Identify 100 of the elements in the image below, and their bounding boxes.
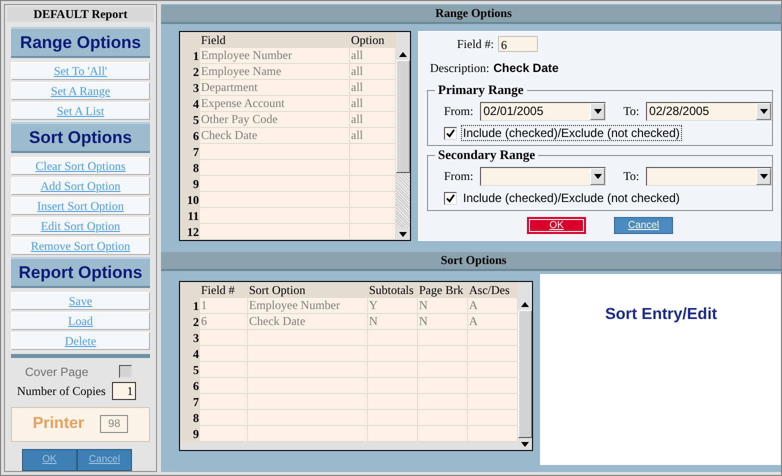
table-cell: Department [200,80,350,96]
column-header: Subtotals [368,282,418,298]
from-dropdown[interactable] [480,166,606,186]
section-header: Sort Options [161,252,781,271]
menu-link-button[interactable]: Set To 'All' [11,62,150,80]
from-label: From: [444,168,474,184]
table-cell: Y [368,298,418,314]
table-cell: all [350,112,396,128]
table-cell [368,362,418,378]
table-cell [368,346,418,362]
ok-button[interactable]: OK [527,217,586,234]
row-number: 1 [180,48,200,64]
menu-link-button[interactable]: Insert Sort Option [11,197,150,215]
menu-link-button[interactable]: Remove Sort Option [11,237,150,255]
include-checkbox[interactable] [444,126,457,140]
to-dropdown[interactable] [646,166,772,186]
table-cell [200,410,248,426]
table-cell: 1 [200,298,248,314]
table-cell [468,346,518,362]
printer-field[interactable]: 98 [100,415,128,434]
menu-link-button[interactable]: Set A List [11,102,150,120]
table-cell: Other Pay Code [200,112,350,128]
table-cell: A [468,314,518,330]
column-header: Field # [200,282,248,298]
to-label: To: [623,168,640,184]
group-title: Primary Range [435,82,527,98]
table-cell: Check Date [200,128,350,144]
row-number: 6 [180,378,200,394]
column-header: Page Brk [418,282,468,298]
table-cell: N [418,298,468,314]
table-cell: Check Date [248,314,368,330]
table-cell [468,394,518,410]
table-cell [200,362,248,378]
menu-link-button[interactable]: Delete [11,332,150,350]
from-label: From: [444,104,474,118]
table-cell [350,208,396,224]
copies-field[interactable]: 1 [112,382,136,400]
cancel-button[interactable]: Cancel [614,217,674,234]
row-number: 2 [180,314,200,330]
table-cell [418,330,468,346]
table-cell [468,426,518,442]
table-cell [418,410,468,426]
menu-link-button[interactable]: Edit Sort Option [11,217,150,235]
table-cell [418,362,468,378]
table-cell [368,394,418,410]
row-number: 6 [180,128,200,144]
cover-page-checkbox[interactable] [119,365,132,378]
from-dropdown[interactable]: 02/01/2005 [480,102,606,120]
row-number: 3 [180,80,200,96]
table-cell [350,160,396,176]
row-number: 12 [180,224,200,240]
table-cell [468,330,518,346]
row-number: 5 [180,112,200,128]
table-cell [200,426,248,442]
field-number-field[interactable]: 6 [498,36,538,52]
cover-page-label: Cover Page [25,364,88,379]
row-number: 4 [180,346,200,362]
table-cell [418,426,468,442]
column-header: Asc/Des [468,282,518,298]
menu-link-button[interactable]: Add Sort Option [11,177,150,195]
to-dropdown[interactable]: 02/28/2005 [646,102,772,120]
row-number: 8 [180,410,200,426]
column-header: Sort Option [248,282,368,298]
column-header: Field [200,32,350,48]
column-header: Option [350,32,396,48]
table-cell [368,426,418,442]
row-number: 10 [180,192,200,208]
table-cell: Expense Account [200,96,350,112]
table-cell [350,192,396,208]
table-cell [418,346,468,362]
table-cell [468,378,518,394]
row-number: 11 [180,208,200,224]
table-cell [350,176,396,192]
menu-link-button[interactable]: Load [11,312,150,330]
ok-button[interactable]: OK [22,448,77,471]
row-number: 7 [180,394,200,410]
to-label: To: [623,104,640,118]
table-cell [418,394,468,410]
row-number: 9 [180,176,200,192]
field-number-label: Field #: [457,36,494,52]
printer-label: Printer [32,415,84,434]
table-cell [468,362,518,378]
cancel-button[interactable]: Cancel [77,448,132,471]
table-cell [368,378,418,394]
table-cell [368,330,418,346]
row-number: 3 [180,330,200,346]
include-label[interactable]: Include (checked)/Exclude (not checked) [461,125,682,141]
table-cell [368,410,418,426]
menu-link-button[interactable]: Save [11,292,150,310]
menu-link-button[interactable]: Clear Sort Options [11,157,150,175]
include-checkbox[interactable] [444,192,457,204]
table-cell [200,330,248,346]
table-cell: all [350,96,396,112]
table-cell: N [418,314,468,330]
menu-link-button[interactable]: Set A Range [11,82,150,100]
description-value: Check Date [493,61,559,75]
include-label[interactable]: Include (checked)/Exclude (not checked) [461,190,682,206]
table-cell [468,410,518,426]
table-cell: all [350,64,396,80]
section-header: Range Options [161,5,781,24]
